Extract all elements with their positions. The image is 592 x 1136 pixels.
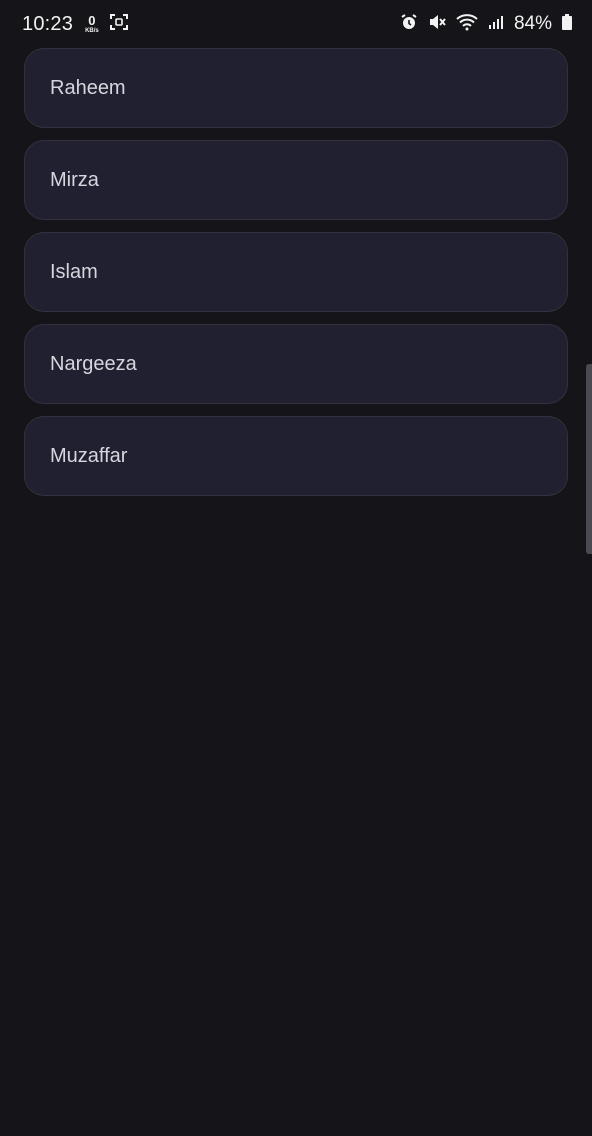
- signal-icon: [488, 14, 504, 35]
- status-right: 84%: [400, 13, 572, 36]
- list-item-label: Raheem: [50, 76, 126, 99]
- list-item[interactable]: Islam: [24, 232, 568, 312]
- status-left: 10:23 0 KB/s: [22, 13, 129, 36]
- list-item-label: Mirza: [50, 168, 99, 191]
- scrollbar[interactable]: [586, 364, 592, 554]
- list-item[interactable]: Mirza: [24, 140, 568, 220]
- net-speed: 0 KB/s: [85, 14, 99, 34]
- battery-percent: 84%: [513, 13, 552, 34]
- app-screen: 10:23 0 KB/s 84% Raheem Mirza Islam Narg…: [0, 0, 592, 1136]
- list-item[interactable]: Nargeeza: [24, 324, 568, 404]
- status-bar: 10:23 0 KB/s 84%: [0, 0, 592, 48]
- list-item-label: Nargeeza: [50, 352, 137, 375]
- battery-icon: [562, 13, 572, 35]
- net-speed-value: 0: [88, 13, 96, 28]
- list-item-label: Islam: [50, 260, 98, 283]
- list-item[interactable]: Raheem: [24, 48, 568, 128]
- alarm-icon: [400, 13, 418, 36]
- net-speed-unit: KB/s: [85, 28, 99, 34]
- screenshot-icon: [109, 13, 129, 36]
- mute-icon: [428, 13, 446, 36]
- wifi-icon: [456, 13, 478, 36]
- names-list: Raheem Mirza Islam Nargeeza Muzaffar: [24, 48, 568, 508]
- clock: 10:23: [22, 12, 74, 35]
- list-item-label: Muzaffar: [50, 444, 128, 467]
- list-item[interactable]: Muzaffar: [24, 416, 568, 496]
